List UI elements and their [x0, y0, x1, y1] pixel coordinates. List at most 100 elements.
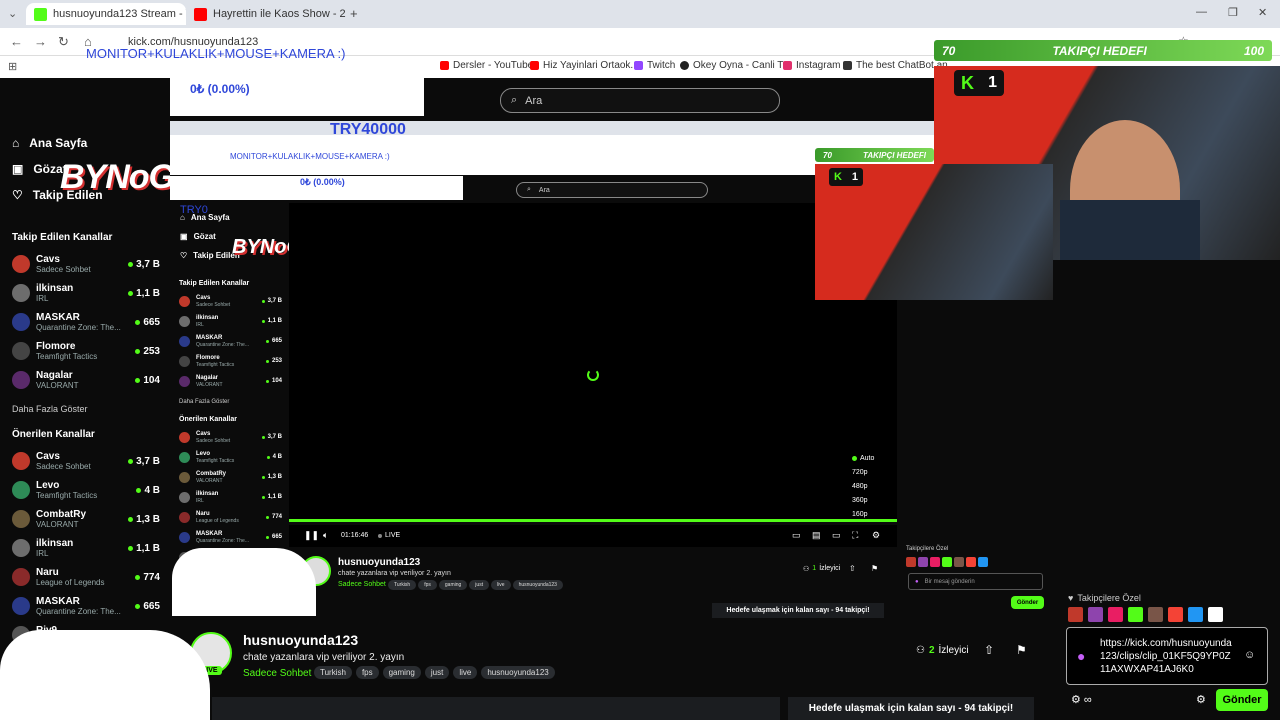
rec-channel[interactable]: MASKAR Quarantine Zone: The... 665	[179, 528, 282, 546]
tag[interactable]: fps	[418, 580, 437, 590]
nested-send-button[interactable]: Gönder	[1011, 596, 1044, 609]
fullscreen-icon[interactable]: ⛶	[852, 530, 858, 541]
tag[interactable]: husnuoyunda123	[512, 580, 563, 590]
bookmark-item[interactable]: Dersler - YouTube	[440, 60, 533, 71]
tab-youtube[interactable]: Hayrettin ile Kaos Show - 2.Se ✕	[186, 3, 346, 25]
tag[interactable]: gaming	[382, 666, 421, 679]
emote-icon[interactable]	[1108, 607, 1123, 622]
nav-browse[interactable]: ▣ Gözat	[12, 162, 67, 176]
followed-channel[interactable]: Cavs Sadece Sohbet 3,7 B	[179, 292, 282, 310]
share-icon[interactable]: ⇧	[849, 564, 856, 573]
tag[interactable]: Turkish	[314, 666, 352, 679]
send-button[interactable]: Gönder	[1216, 689, 1268, 711]
followed-channel[interactable]: MASKAR Quarantine Zone: The... 665	[179, 332, 282, 350]
quality-option[interactable]: 160p	[852, 511, 868, 518]
window-close-icon[interactable]: ✕	[1258, 6, 1267, 19]
pause-icon[interactable]: ❚❚	[304, 530, 319, 541]
tag[interactable]: gaming	[438, 580, 468, 590]
bookmark-item[interactable]: Twitch	[634, 60, 675, 71]
rec-channel[interactable]: Levo Teamfight Tactics 4 B	[179, 448, 282, 466]
quality-option[interactable]: 720p	[852, 469, 868, 476]
emote-icon[interactable]	[1088, 607, 1103, 622]
nested-category[interactable]: Sadece Sohbet	[338, 581, 386, 588]
tag[interactable]: live	[491, 580, 511, 590]
tag[interactable]: husnuoyunda123	[481, 666, 555, 679]
search-input[interactable]: ⌕ Ara	[500, 88, 780, 113]
rec-channel[interactable]: MASKAR Quarantine Zone: The... 665	[12, 593, 160, 619]
bookmark-item[interactable]: Okey Oyna - Canli T...	[680, 60, 791, 71]
clip-icon[interactable]: ▤	[812, 530, 821, 541]
tag[interactable]: Turkish	[388, 580, 417, 590]
emote-icon[interactable]	[1128, 607, 1143, 622]
rec-channel[interactable]: Naru League of Legends 774	[179, 508, 282, 526]
pip-icon[interactable]: ▭	[792, 530, 801, 541]
rec-channel[interactable]: Levo Teamfight Tactics 4 B	[12, 477, 160, 503]
rec-channel[interactable]: ilkinsan IRL 1,1 B	[12, 535, 160, 561]
tag[interactable]: live	[453, 666, 478, 679]
emote-icon[interactable]	[954, 557, 964, 567]
followed-channel[interactable]: Nagalar VALORANT 104	[12, 367, 160, 393]
gear-icon[interactable]: ⚙	[1196, 693, 1206, 706]
emote-icon[interactable]	[906, 557, 916, 567]
emote-icon[interactable]	[942, 557, 952, 567]
tag[interactable]: fps	[355, 666, 379, 679]
rec-channel[interactable]: CombatRy VALORANT 1,3 B	[12, 506, 160, 532]
category-link[interactable]: Sadece Sohbet	[243, 668, 311, 679]
video-player[interactable]	[289, 203, 897, 521]
followed-channel[interactable]: Flomore Teamfight Tactics 253	[179, 352, 282, 370]
bookmark-item[interactable]: Hiz Yayinlari Ortaok...	[530, 60, 639, 71]
new-tab-plus-icon[interactable]: +	[350, 6, 358, 21]
apps-grid-icon[interactable]: ⊞	[8, 60, 17, 73]
followed-channel[interactable]: Nagalar VALORANT 104	[179, 372, 282, 390]
tab-list-chevron-icon[interactable]: ⌄	[8, 7, 17, 20]
tag[interactable]: just	[469, 580, 490, 590]
emote-icon[interactable]	[930, 557, 940, 567]
rec-channel[interactable]: Cavs Sadece Sohbet 3,7 B	[12, 448, 160, 474]
bookmark-item[interactable]: Instagram	[783, 60, 840, 71]
rec-channel[interactable]: Cavs Sadece Sohbet 3,7 B	[179, 428, 282, 446]
nested-chat-input[interactable]: ● Bir mesaj gönderin	[908, 573, 1043, 590]
mic-icon[interactable]: ●	[1077, 648, 1085, 664]
tab-kick-stream[interactable]: husnuoyunda123 Stream - Wat ✕	[26, 3, 186, 25]
report-icon[interactable]: ⚑	[871, 564, 878, 573]
back-icon[interactable]: ←	[10, 34, 23, 49]
tag[interactable]: just	[424, 666, 450, 679]
theatre-icon[interactable]: ▭	[832, 530, 841, 541]
nested-nav-following[interactable]: ♡ Takip Edilen	[180, 251, 240, 260]
progress-bar[interactable]	[289, 519, 897, 522]
chat-settings-icon[interactable]: ⚙ ∞	[1071, 693, 1092, 706]
show-more-link[interactable]: Daha Fazla Göster	[12, 404, 88, 414]
followed-channel[interactable]: ilkinsan IRL 1,1 B	[12, 280, 160, 306]
reload-icon[interactable]: ↻	[58, 34, 69, 50]
nested-show-more[interactable]: Daha Fazla Göster	[179, 399, 229, 405]
emote-icon[interactable]	[1168, 607, 1183, 622]
emote-icon[interactable]	[918, 557, 928, 567]
followed-channel[interactable]: ilkinsan IRL 1,1 B	[179, 312, 282, 330]
followed-channel[interactable]: Flomore Teamfight Tactics 253	[12, 338, 160, 364]
minimize-icon[interactable]: —	[1196, 6, 1207, 18]
quality-option[interactable]: 360p	[852, 497, 868, 504]
forward-icon[interactable]: →	[34, 34, 47, 49]
nested-search-input[interactable]: ⌕ Ara	[516, 182, 708, 198]
quality-option[interactable]: Auto	[852, 455, 874, 462]
emote-icon[interactable]	[1068, 607, 1083, 622]
nested-nav-browse[interactable]: ▣ Gözat	[180, 232, 216, 241]
share-icon[interactable]: ⇧	[984, 643, 994, 657]
emote-icon[interactable]	[1188, 607, 1203, 622]
emote-icon[interactable]	[1148, 607, 1163, 622]
followed-channel[interactable]: MASKAR Quarantine Zone: The... 665	[12, 309, 160, 335]
emoji-icon[interactable]: ☺	[1244, 649, 1255, 661]
rec-channel[interactable]: CombatRy VALORANT 1,3 B	[179, 468, 282, 486]
quality-option[interactable]: 480p	[852, 483, 868, 490]
rec-channel[interactable]: ilkinsan IRL 1,1 B	[179, 488, 282, 506]
nested-nav-home[interactable]: ⌂ Ana Sayfa	[180, 213, 230, 222]
rec-channel[interactable]: Naru League of Legends 774	[12, 564, 160, 590]
maximize-icon[interactable]: ❐	[1228, 6, 1238, 19]
channel-name[interactable]: husnuoyunda123	[243, 632, 358, 648]
emote-icon[interactable]	[978, 557, 988, 567]
volume-icon[interactable]: 🔈︎	[323, 530, 328, 541]
settings-gear-icon[interactable]: ⚙	[872, 530, 880, 541]
emote-icon[interactable]	[966, 557, 976, 567]
nested-channel-name[interactable]: husnuoyunda123	[338, 557, 420, 568]
followed-channel[interactable]: Cavs Sadece Sohbet 3,7 B	[12, 251, 160, 277]
